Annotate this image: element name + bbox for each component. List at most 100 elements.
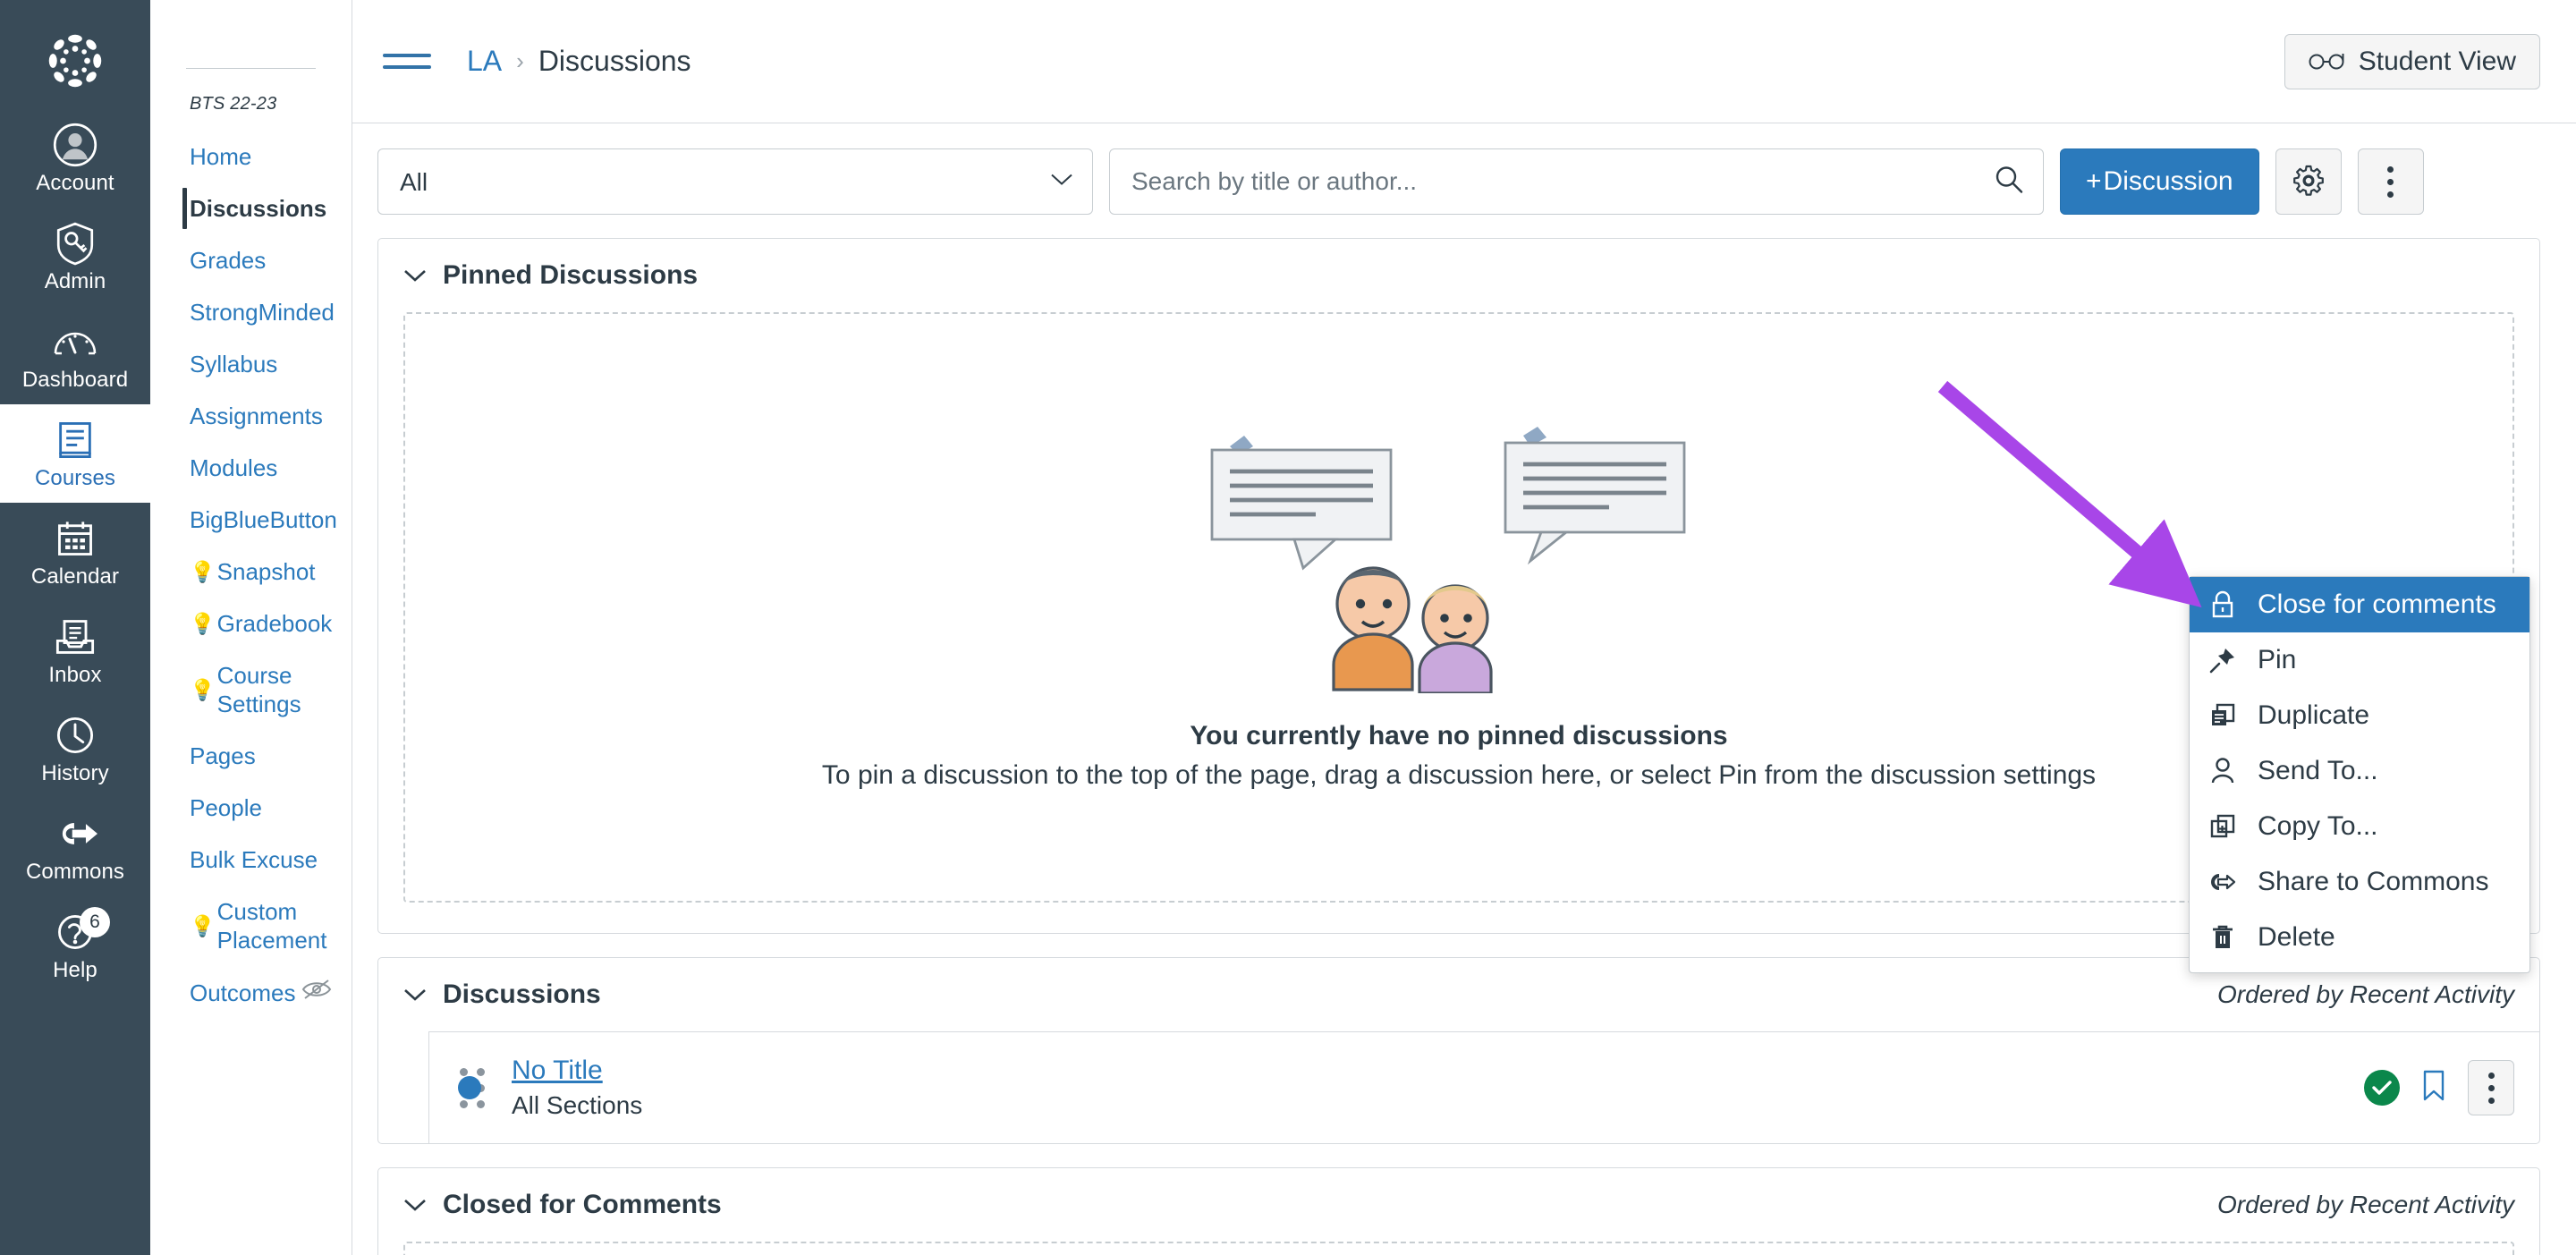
course-nav-item-pages[interactable]: Pages [150, 730, 352, 782]
chevron-down-icon[interactable] [403, 268, 427, 283]
kebab-menu-icon [2487, 1072, 2495, 1104]
course-nav-item-bigbluebutton[interactable]: BigBlueButton [150, 494, 352, 546]
row-kebab-menu-button[interactable] [2468, 1060, 2514, 1115]
global-nav-item-account[interactable]: Account [0, 109, 150, 208]
published-check-icon[interactable] [2364, 1070, 2400, 1106]
course-nav-item-snapshot[interactable]: 💡 Snapshot [150, 546, 352, 598]
global-nav-label: Commons [25, 860, 125, 884]
course-nav-label: BigBlueButton [190, 506, 337, 533]
search-input[interactable] [1109, 148, 2044, 215]
course-nav-item-gradebook[interactable]: 💡 Gradebook [150, 598, 352, 649]
lightbulb-icon: 💡 [190, 677, 216, 701]
menu-item-label: Send To... [2258, 756, 2378, 785]
course-nav-item-discussions[interactable]: Discussions [150, 182, 352, 234]
discussion-context-menu: Close for comments Pin Duplicate Send To… [2189, 576, 2530, 973]
eyeglasses-icon [2309, 47, 2346, 77]
global-nav-item-courses[interactable]: Courses [0, 404, 150, 503]
menu-item-share-to-commons[interactable]: Share to Commons [2190, 854, 2529, 910]
more-options-button[interactable] [2357, 148, 2424, 215]
course-nav-label: Custom Placement [216, 898, 327, 954]
closed-ordered-by: Ordered by Recent Activity [2217, 1191, 2514, 1218]
unread-indicator-icon [458, 1076, 481, 1099]
menu-item-pin[interactable]: Pin [2190, 632, 2529, 688]
table-row[interactable]: No Title All Sections [428, 1031, 2539, 1143]
global-nav-item-inbox[interactable]: Inbox [0, 601, 150, 700]
discussions-panel: Discussions Ordered by Recent Activity N… [377, 957, 2540, 1144]
discussion-filter-select[interactable]: All Unread [377, 148, 1093, 215]
gear-icon [2292, 165, 2325, 199]
breadcrumb: LA › Discussions [467, 45, 691, 78]
course-nav-list: Home Discussions Grades StrongMinded Syl… [150, 131, 352, 1019]
menu-item-send-to[interactable]: Send To... [2190, 743, 2529, 799]
course-nav-item-syllabus[interactable]: Syllabus [150, 338, 352, 390]
global-nav-label: Help [53, 958, 97, 982]
menu-item-label: Close for comments [2258, 589, 2496, 619]
course-nav-item-grades[interactable]: Grades [150, 234, 352, 286]
user-circle-icon [52, 122, 98, 168]
global-nav-item-admin[interactable]: Admin [0, 208, 150, 306]
student-view-button[interactable]: Student View [2284, 33, 2540, 89]
course-nav-item-modules[interactable]: Modules [150, 442, 352, 494]
add-discussion-button[interactable]: + Discussion [2060, 148, 2259, 215]
global-nav-item-commons[interactable]: Commons [0, 798, 150, 896]
global-nav-label: Calendar [30, 564, 120, 589]
user-send-icon [2207, 757, 2238, 785]
global-nav-label: Courses [34, 466, 116, 490]
course-nav-item-course-settings[interactable]: 💡 Course Settings [150, 649, 352, 730]
course-nav-label: Pages [190, 742, 256, 769]
course-nav-item-strongminded[interactable]: StrongMinded [150, 286, 352, 338]
discussion-sections-label: All Sections [512, 1091, 643, 1119]
course-nav-label: Discussions [190, 195, 327, 222]
breadcrumb-course[interactable]: LA [467, 45, 502, 78]
course-nav-item-outcomes[interactable]: Outcomes [150, 966, 352, 1019]
discussions-toolbar: All Unread + Discussion [352, 123, 2576, 215]
bookmark-icon[interactable] [2421, 1069, 2446, 1107]
menu-item-copy-to[interactable]: Copy To... [2190, 799, 2529, 854]
menu-item-label: Duplicate [2258, 700, 2370, 730]
course-nav-item-assignments[interactable]: Assignments [150, 390, 352, 442]
menu-item-duplicate[interactable]: Duplicate [2190, 688, 2529, 743]
global-nav-item-dashboard[interactable]: Dashboard [0, 306, 150, 404]
course-nav-label: Modules [190, 454, 278, 481]
discussions-ordered-by: Ordered by Recent Activity [2217, 980, 2514, 1008]
global-nav-label: Account [36, 171, 114, 195]
course-nav-label: Bulk Excuse [190, 846, 318, 873]
question-circle-icon: 6 [55, 907, 110, 955]
menu-item-close-for-comments[interactable]: Close for comments [2190, 577, 2529, 632]
course-nav-item-custom-placement[interactable]: 💡 Custom Placement [150, 886, 352, 966]
hamburger-icon[interactable] [383, 42, 431, 81]
discussions-section-title: Discussions [443, 979, 601, 1009]
row-actions [2364, 1060, 2514, 1115]
global-nav-item-help[interactable]: 6 Help [0, 896, 150, 995]
course-nav-label: Home [190, 143, 252, 170]
lightbulb-icon: 💡 [190, 913, 216, 937]
course-navigation: BTS 22-23 Home Discussions Grades Strong… [150, 0, 352, 1255]
global-nav-item-history[interactable]: History [0, 700, 150, 798]
chevron-down-icon[interactable] [403, 988, 427, 1002]
duplicate-icon [2207, 702, 2238, 729]
global-navigation: Account Admin Dashboard Courses Calendar [0, 0, 150, 1255]
global-nav-item-calendar[interactable]: Calendar [0, 503, 150, 601]
global-nav-label: History [41, 761, 109, 785]
discussion-title-link[interactable]: No Title [512, 1056, 603, 1085]
canvas-discussions-page: Account Admin Dashboard Courses Calendar [0, 0, 2576, 1255]
menu-item-delete[interactable]: Delete [2190, 910, 2529, 965]
closed-for-comments-header[interactable]: Closed for Comments Ordered by Recent Ac… [378, 1168, 2539, 1242]
pinned-discussions-header[interactable]: Pinned Discussions [378, 239, 2539, 312]
course-nav-label: Outcomes [190, 979, 296, 1006]
filter-dropdown-wrapper: All Unread [377, 148, 1093, 215]
closed-for-comments-dropzone[interactable] [403, 1242, 2514, 1255]
course-nav-label: Gradebook [216, 610, 333, 637]
menu-item-label: Share to Commons [2258, 867, 2489, 896]
canvas-logo[interactable] [0, 13, 150, 109]
menu-item-label: Pin [2258, 645, 2297, 674]
breadcrumb-current: Discussions [538, 45, 691, 77]
share-commons-icon [2207, 870, 2238, 894]
course-nav-item-home[interactable]: Home [150, 131, 352, 182]
discussion-settings-button[interactable] [2275, 148, 2342, 215]
pinned-empty-title: You currently have no pinned discussions [1190, 720, 1728, 750]
course-nav-item-bulk-excuse[interactable]: Bulk Excuse [150, 834, 352, 886]
course-nav-item-people[interactable]: People [150, 782, 352, 834]
chevron-right-icon: › [516, 47, 524, 74]
chevron-down-icon[interactable] [403, 1198, 427, 1212]
